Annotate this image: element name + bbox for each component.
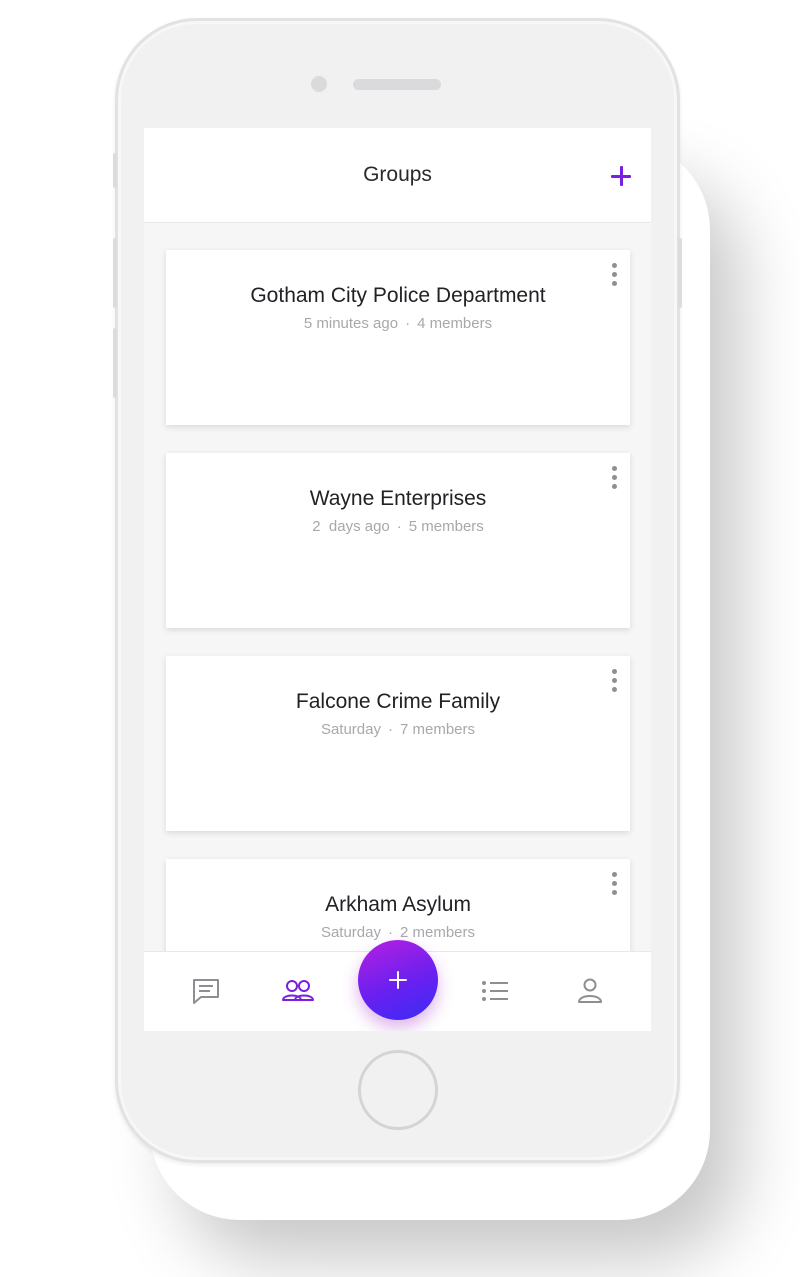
group-members: 7 members: [400, 721, 476, 738]
meta-separator: ·: [388, 924, 393, 941]
more-options-icon[interactable]: [610, 466, 618, 492]
meta-separator: ·: [405, 315, 411, 332]
tab-messages[interactable]: [191, 976, 221, 1011]
volume-up-button: [113, 238, 117, 308]
tab-list[interactable]: [480, 976, 510, 1011]
group-meta: Saturday · 7 members: [166, 721, 630, 738]
group-members: 2 members: [400, 924, 476, 941]
add-group-button[interactable]: [606, 161, 636, 191]
group-meta: 5 minutes ago · 4 members: [166, 315, 630, 332]
app-screen: Groups Gotham City Police Department 5 m…: [144, 128, 651, 1031]
volume-down-button: [113, 328, 117, 398]
group-card[interactable]: Wayne Enterprises 2 days ago · 5 members: [166, 453, 630, 628]
group-members: 5 members: [408, 518, 484, 535]
chat-icon: [193, 979, 219, 1004]
page-title: Groups: [363, 163, 432, 186]
group-name: Arkham Asylum: [325, 893, 471, 916]
group-card[interactable]: Gotham City Police Department 5 minutes …: [166, 250, 630, 425]
list-icon: [482, 981, 508, 1001]
group-meta: Saturday · 2 members: [166, 924, 630, 941]
header: Groups: [144, 128, 651, 223]
person-icon: [578, 978, 602, 1003]
group-time: 5 minutes ago: [303, 315, 399, 332]
earpiece-speaker: [353, 79, 441, 90]
group-meta: 2 days ago · 5 members: [166, 518, 630, 535]
group-time: 2 days ago: [312, 518, 390, 535]
mute-switch: [113, 153, 117, 188]
more-options-icon[interactable]: [610, 263, 618, 289]
meta-separator: ·: [388, 721, 393, 738]
meta-separator: ·: [396, 518, 402, 535]
tab-profile[interactable]: [575, 976, 605, 1011]
group-members: 4 members: [417, 315, 493, 332]
people-icon: [282, 980, 314, 1001]
group-name: Falcone Crime Family: [295, 690, 501, 713]
add-fab-button[interactable]: [358, 940, 438, 1020]
group-time: Saturday: [320, 924, 381, 941]
power-button: [678, 238, 682, 308]
group-card[interactable]: Falcone Crime Family Saturday · 7 members: [166, 656, 630, 831]
group-name: Wayne Enterprises: [309, 487, 487, 510]
front-camera: [311, 76, 327, 92]
more-options-icon[interactable]: [610, 669, 618, 695]
group-name: Gotham City Police Department: [250, 284, 546, 307]
more-options-icon[interactable]: [610, 872, 618, 898]
group-time: Saturday: [320, 721, 381, 738]
tab-groups[interactable]: [281, 976, 315, 1011]
home-button[interactable]: [358, 1050, 438, 1130]
